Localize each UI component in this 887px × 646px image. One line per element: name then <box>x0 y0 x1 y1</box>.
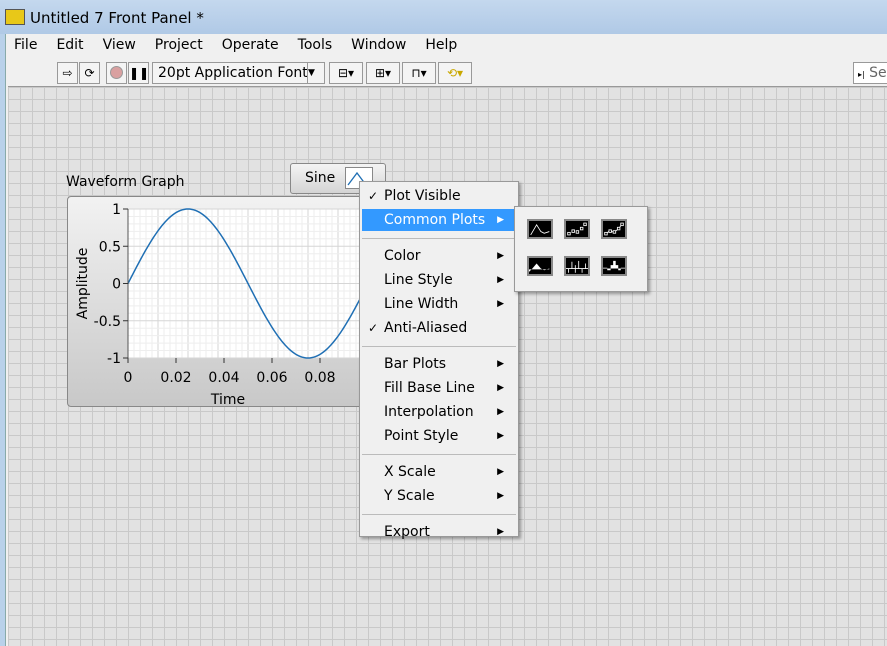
font-select[interactable]: 20pt Application Font ▼ <box>152 62 325 84</box>
menu-separator <box>362 454 516 455</box>
menu-item-label: Line Style <box>384 272 453 288</box>
submenu-arrow-icon: ▶ <box>497 359 504 369</box>
x-tick-label: 0.08 <box>304 370 335 386</box>
bar-plot-icon[interactable] <box>564 256 590 276</box>
search-text: Se <box>869 65 887 81</box>
menu-item-label: Point Style <box>384 428 459 444</box>
plot-context-menu: ✓ Plot Visible Common Plots ▶ Color ▶ Line Sty… <box>359 181 519 540</box>
pause-icon[interactable]: ❚❚ <box>128 62 149 84</box>
y-tick-label: -0.5 <box>94 314 121 330</box>
y-tick-label: 0 <box>112 277 121 293</box>
title-bar: Untitled 7 Front Panel * <box>0 0 887 34</box>
menu-view[interactable]: View <box>103 34 145 58</box>
run-arrow-icon[interactable]: ⇨ <box>57 62 78 84</box>
menu-separator <box>362 514 516 515</box>
scatter-plot-icon[interactable] <box>564 219 590 239</box>
menu-item-interpolation[interactable]: Interpolation ▶ <box>362 401 516 423</box>
menu-item-anti-aliased[interactable]: ✓ Anti-Aliased <box>362 317 516 339</box>
x-tick-label: 0.02 <box>160 370 191 386</box>
chevron-down-icon: ▼ <box>307 63 324 83</box>
font-select-value: 20pt Application Font <box>158 65 308 81</box>
menu-item-label: Fill Base Line <box>384 380 475 396</box>
submenu-arrow-icon: ▶ <box>497 467 504 477</box>
x-tick-label: 0 <box>124 370 133 386</box>
submenu-arrow-icon: ▶ <box>497 431 504 441</box>
menu-separator <box>362 238 516 239</box>
menu-file[interactable]: File <box>14 34 46 58</box>
graph-label: Waveform Graph <box>66 174 185 190</box>
menu-item-label: X Scale <box>384 464 436 480</box>
menu-window[interactable]: Window <box>351 34 415 58</box>
menu-item-fill-base-line[interactable]: Fill Base Line ▶ <box>362 377 516 399</box>
menu-help[interactable]: Help <box>425 34 466 58</box>
resize-objects-icon[interactable]: ⊓▾ <box>402 62 436 84</box>
run-continuously-icon[interactable]: ⟳ <box>79 62 100 84</box>
menu-item-x-scale[interactable]: X Scale ▶ <box>362 461 516 483</box>
submenu-arrow-icon: ▶ <box>497 215 504 225</box>
menu-edit[interactable]: Edit <box>56 34 92 58</box>
search-input[interactable]: ▸| Se <box>853 62 887 84</box>
menu-item-label: Line Width <box>384 296 459 312</box>
abort-icon[interactable] <box>106 62 127 84</box>
checkmark-icon: ✓ <box>368 321 379 335</box>
menu-operate[interactable]: Operate <box>222 34 288 58</box>
distribute-objects-icon[interactable]: ⊞▾ <box>366 62 400 84</box>
menu-item-label: Y Scale <box>384 488 435 504</box>
menu-tools[interactable]: Tools <box>298 34 342 58</box>
submenu-arrow-icon: ▶ <box>497 491 504 501</box>
x-tick-label: 0.06 <box>256 370 287 386</box>
menu-item-color[interactable]: Color ▶ <box>362 245 516 267</box>
window-title: Untitled 7 Front Panel * <box>30 9 204 27</box>
reorder-icon[interactable]: ⟲▾ <box>438 62 472 84</box>
menu-item-label: Export <box>384 524 430 540</box>
submenu-arrow-icon: ▶ <box>497 383 504 393</box>
menu-item-label: Color <box>384 248 421 264</box>
y-tick-label: 1 <box>112 202 121 218</box>
step-bar-plot-icon[interactable] <box>601 256 627 276</box>
menu-project[interactable]: Project <box>155 34 212 58</box>
y-tick-label: 0.5 <box>99 239 121 255</box>
y-tick-label: -1 <box>107 351 121 367</box>
align-objects-icon[interactable]: ⊟▾ <box>329 62 363 84</box>
waveform-graph[interactable]: 1 0.5 0 -0.5 -1 0 0.02 0.04 0.06 0.08 Time Amplitud… <box>67 196 377 408</box>
menu-item-point-style[interactable]: Point Style ▶ <box>362 425 516 447</box>
plot-name: Sine <box>305 170 336 186</box>
submenu-arrow-icon: ▶ <box>497 407 504 417</box>
checkmark-icon: ✓ <box>368 189 379 203</box>
menu-item-export[interactable]: Export ▶ <box>362 521 516 543</box>
menu-item-label: Common Plots <box>384 212 486 228</box>
line-points-plot-icon[interactable] <box>601 219 627 239</box>
fill-plot-icon[interactable] <box>527 256 553 276</box>
menu-item-y-scale[interactable]: Y Scale ▶ <box>362 485 516 507</box>
line-plot-icon[interactable] <box>527 219 553 239</box>
menu-item-label: Anti-Aliased <box>384 320 468 336</box>
submenu-arrow-icon: ▶ <box>497 299 504 309</box>
menu-item-label: Interpolation <box>384 404 474 420</box>
x-axis-label: Time <box>210 392 245 408</box>
menu-bar: File Edit View Project Operate Tools Win… <box>6 34 887 58</box>
menu-item-line-style[interactable]: Line Style ▶ <box>362 269 516 291</box>
menu-item-label: Plot Visible <box>384 188 461 204</box>
toolbar: ⇨ ⟳ ❚❚ 20pt Application Font ▼ ⊟▾ ⊞▾ ⊓▾ ⟲… <box>6 62 887 84</box>
menu-item-line-width[interactable]: Line Width ▶ <box>362 293 516 315</box>
menu-item-common-plots[interactable]: Common Plots ▶ <box>362 209 516 231</box>
submenu-arrow-icon: ▶ <box>497 251 504 261</box>
menu-separator <box>362 346 516 347</box>
menu-item-label: Bar Plots <box>384 356 447 372</box>
x-tick-label: 0.04 <box>208 370 239 386</box>
menu-item-bar-plots[interactable]: Bar Plots ▶ <box>362 353 516 375</box>
common-plots-submenu <box>514 206 648 292</box>
graph-plot-area: 10.50-0.5-10 0.02 0.04 0.06 0.08TimeAmplitud… <box>75 202 369 408</box>
y-axis-label: Amplitude <box>75 248 91 320</box>
submenu-arrow-icon: ▶ <box>497 275 504 285</box>
submenu-arrow-icon: ▶ <box>497 527 504 537</box>
menu-item-plot-visible[interactable]: ✓ Plot Visible <box>362 185 516 207</box>
labview-app-icon <box>5 9 25 25</box>
